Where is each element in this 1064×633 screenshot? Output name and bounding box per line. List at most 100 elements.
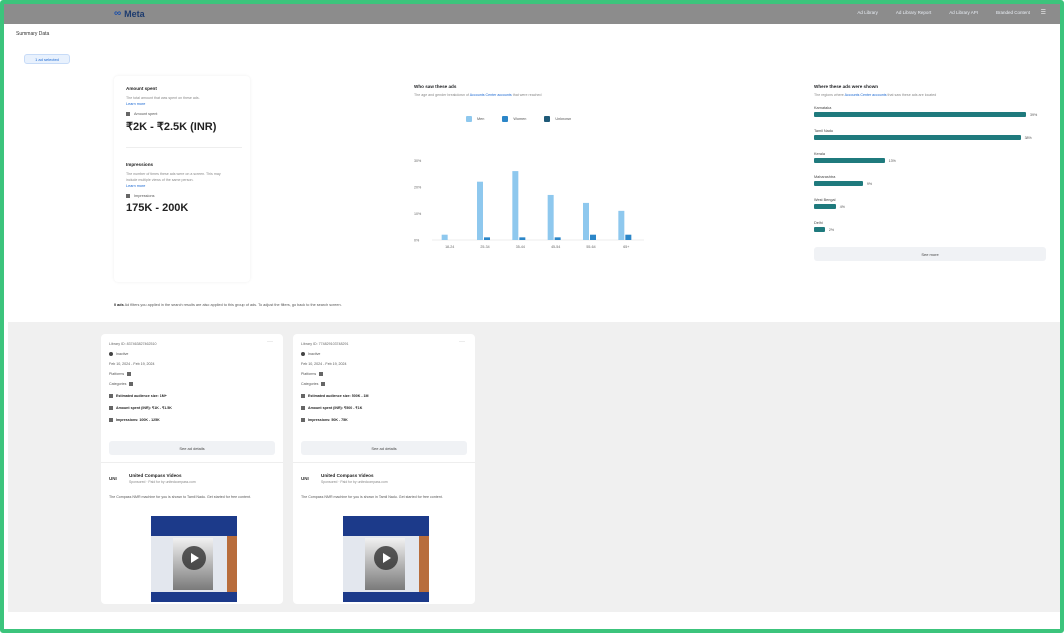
divider xyxy=(126,147,242,148)
y-tick-label: 30% xyxy=(414,159,422,163)
region-pct: 9% xyxy=(866,181,873,186)
amount-spent-value: ₹2K - ₹2.5K (INR) xyxy=(126,121,217,133)
ad-copy: The Compass NMR machine for you is shown… xyxy=(301,495,443,499)
x-tick-label: 35-44 xyxy=(516,245,525,249)
region-pct: 13% xyxy=(888,158,896,163)
bar-women-25-34[interactable] xyxy=(484,237,490,240)
meta-infinity-icon: ∞ xyxy=(114,8,122,19)
selected-ads-chip[interactable]: 1 ad selected xyxy=(24,54,70,64)
ad-card: Library ID: 774829103748291 ··· Inactive… xyxy=(293,334,475,604)
impressions-learn-link[interactable]: Learn more xyxy=(126,184,238,188)
top-bar: ∞ Meta Ad Library Ad Library Report Ad L… xyxy=(4,4,1060,24)
category-icon xyxy=(129,382,134,386)
regions-title: Where these ads were shown xyxy=(814,84,879,89)
see-ad-details-button[interactable]: See ad details xyxy=(109,441,275,455)
region-name: Delhi xyxy=(814,221,823,225)
ad-dates: Feb 10, 2024 - Feb 19, 2024 xyxy=(109,362,155,366)
y-tick-label: 0% xyxy=(414,239,420,243)
regions-desc-suffix: that saw these ads are located xyxy=(887,93,937,97)
region-pct: 38% xyxy=(1024,135,1032,140)
app-frame: ∞ Meta Ad Library Ad Library Report Ad L… xyxy=(0,0,1064,633)
ad-dates: Feb 10, 2024 - Feb 19, 2024 xyxy=(301,362,347,366)
bar-men-55-64[interactable] xyxy=(583,202,589,240)
region-name: West Bengal xyxy=(814,198,836,202)
y-tick-label: 20% xyxy=(414,186,422,190)
advertiser-name[interactable]: United Compass Videos xyxy=(321,473,374,478)
ad-video-thumbnail[interactable] xyxy=(151,516,237,602)
bar-men-35-44[interactable] xyxy=(512,171,519,240)
media-banner xyxy=(343,516,429,536)
x-tick-label: 18-24 xyxy=(445,245,454,249)
region-bar-wrap: 4% xyxy=(814,204,1054,209)
ad-status: Inactive xyxy=(308,352,321,356)
nav-ad-library-report[interactable]: Ad Library Report xyxy=(896,10,931,15)
region-bar-wrap: 2% xyxy=(814,227,1054,232)
x-tick-label: 55-64 xyxy=(586,245,595,249)
more-options-icon[interactable]: ··· xyxy=(459,339,465,345)
see-more-button[interactable]: See more xyxy=(814,247,1046,261)
bar-men-45-54[interactable] xyxy=(547,194,554,240)
ad-spend: Amount spent (INR): ₹1K - ₹1.5K xyxy=(116,406,172,410)
advertiser-logo[interactable]: UNI xyxy=(109,476,117,481)
audience-icon xyxy=(301,394,305,398)
bar-women-35-44[interactable] xyxy=(519,237,526,240)
region-name: Tamil Nadu xyxy=(814,129,833,133)
platform-icon xyxy=(127,372,132,376)
region-bar xyxy=(814,112,1026,117)
divider xyxy=(293,462,475,463)
nav-branded-content[interactable]: Branded Content xyxy=(996,10,1030,15)
regions-desc-prefix: The regions where xyxy=(814,93,844,97)
eye-icon xyxy=(126,194,130,198)
amount-spent-label: Amount spent xyxy=(134,112,158,116)
status-icon xyxy=(109,352,113,356)
impressions-title: Impressions xyxy=(126,162,154,167)
region-pct: 39% xyxy=(1030,112,1038,117)
play-icon[interactable] xyxy=(374,546,398,570)
region-bar-wrap: 13% xyxy=(814,158,1054,163)
region-bar xyxy=(814,135,1021,140)
ad-spend: Amount spent (INR): ₹500 - ₹1K xyxy=(308,406,363,410)
bar-men-25-34[interactable] xyxy=(477,181,483,240)
bar-men-65+[interactable] xyxy=(618,210,625,240)
bar-men-18-24[interactable] xyxy=(441,234,448,240)
region-name: Kerala xyxy=(814,152,825,156)
region-row: Delhi 2% xyxy=(814,221,1054,232)
ad-platforms: Platforms xyxy=(109,372,125,376)
divider xyxy=(101,462,283,463)
y-tick-label: 10% xyxy=(414,212,422,216)
more-options-icon[interactable]: ··· xyxy=(267,339,273,345)
regions-desc-link[interactable]: Accounts Center accounts xyxy=(845,93,887,97)
amount-spent-title: Amount spent xyxy=(126,86,157,91)
advertiser-logo[interactable]: UNI xyxy=(301,476,309,481)
impressions-label: Impressions xyxy=(134,194,155,198)
bar-women-65+[interactable] xyxy=(625,234,632,240)
nav-ad-library-api[interactable]: Ad Library API xyxy=(949,10,978,15)
ad-status: Inactive xyxy=(116,352,129,356)
impressions-value: 175K - 200K xyxy=(126,202,189,214)
see-ad-details-button[interactable]: See ad details xyxy=(301,441,467,455)
region-row: Kerala 13% xyxy=(814,152,1054,163)
advertiser-sponsored: Sponsored · Paid for by unitedcompass.co… xyxy=(129,480,196,484)
bar-women-55-64[interactable] xyxy=(590,234,596,240)
age-gender-bar-chart: 0% 10% 20% 30% 18-24 25-34 35-44 45-54 55-64 65+ xyxy=(414,159,644,249)
x-tick-label: 45-54 xyxy=(551,245,560,249)
ad-impressions: Impressions: 50K - 75K xyxy=(308,418,348,422)
region-row: Karnataka 39% xyxy=(814,106,1054,117)
region-bar xyxy=(814,158,885,163)
ad-video-thumbnail[interactable] xyxy=(343,516,429,602)
impressions-icon xyxy=(301,418,305,422)
advertiser-name[interactable]: United Compass Videos xyxy=(129,473,182,478)
ad-platforms: Platforms xyxy=(301,372,317,376)
impressions-desc: The number of times these ads were on a … xyxy=(126,172,221,182)
regions-desc: The regions where Accounts Center accoun… xyxy=(814,93,936,97)
ad-audience: Estimated audience size: 500K - 1M xyxy=(308,394,369,398)
menu-icon[interactable]: ☰ xyxy=(1041,9,1046,16)
region-row: Tamil Nadu 38% xyxy=(814,129,1054,140)
nav-ad-library[interactable]: Ad Library xyxy=(857,10,878,15)
region-pct: 2% xyxy=(828,227,835,232)
meta-logo[interactable]: ∞ Meta xyxy=(114,8,145,19)
amount-spent-learn-link[interactable]: Learn more xyxy=(126,102,238,106)
bar-women-45-54[interactable] xyxy=(554,237,561,240)
region-row: Maharashtra 9% xyxy=(814,175,1054,186)
play-icon[interactable] xyxy=(182,546,206,570)
